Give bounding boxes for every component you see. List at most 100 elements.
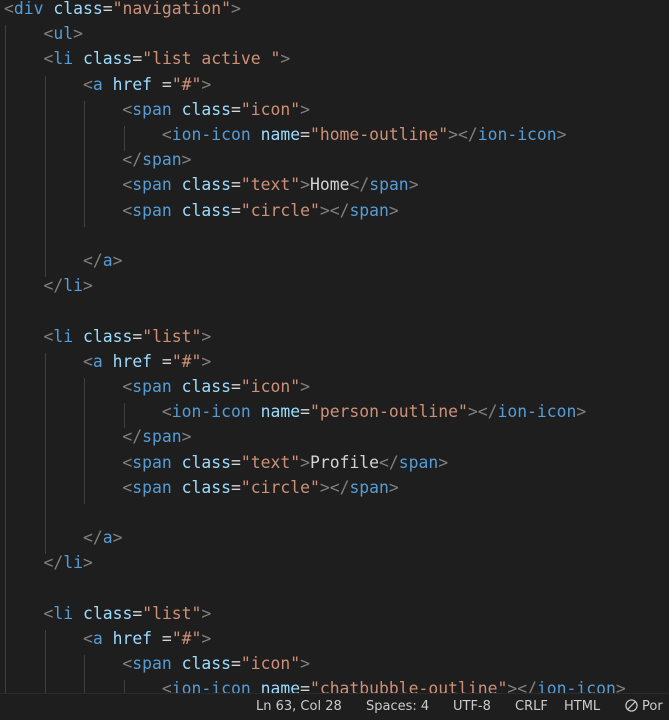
code-token: "list active " [142,49,281,69]
encoding-setting[interactable]: UTF-8 [453,694,491,720]
code-token: class [181,99,231,119]
code-token: "icon" [240,99,301,119]
code-token: "#" [171,351,202,371]
cursor-position[interactable]: Ln 63, Col 28 [256,694,342,720]
code-token: = [152,351,172,371]
code-token: ion-icon [497,402,577,422]
line-ending-setting[interactable]: CRLF [515,694,548,720]
code-line: <li class="list active "> [4,46,290,71]
code-token: = [231,452,241,472]
code-token: > [82,553,93,573]
code-token: </ [82,528,103,548]
indentation-setting[interactable]: Spaces: 4 [366,694,429,720]
code-token: ion-icon [171,402,251,422]
code-line: <span class="icon"> [4,374,310,399]
code-line: <span class="circle"></span> [4,475,398,500]
code-token: span [132,377,172,396]
code-token: < [122,200,133,220]
code-token: div [13,0,44,18]
code-token: = [152,74,172,94]
code-token: ul [53,24,74,44]
code-token: "chatbubble-outline" [309,679,508,693]
code-token: </ [122,427,143,447]
code-line: <li class="list"> [4,324,211,349]
code-token: = [300,402,310,422]
code-token: > [201,326,212,346]
code-token: > [82,276,93,296]
code-line: <span class="icon"> [4,651,310,676]
code-token: > [280,49,291,69]
code-token: li [53,49,74,69]
code-token: span [369,175,409,195]
code-token: span [132,452,172,472]
code-token: a [102,528,113,548]
code-token: Profile [309,452,380,472]
code-token: href [112,351,153,371]
code-line: <a href ="#"> [4,72,211,97]
code-token: "text" [240,452,301,472]
code-token: > [181,150,192,170]
code-token: = [231,175,241,195]
code-token: = [300,679,310,693]
code-token: a [102,251,113,270]
code-token: span [132,654,172,674]
code-token: < [43,603,54,623]
code-line: </span> [4,147,192,172]
code-token: > [300,175,310,195]
code-line: <ion-icon name="home-outline"></ion-icon… [4,122,567,147]
code-token: ></ [319,200,350,220]
code-token: ion-icon [477,125,557,144]
code-token: > [408,175,419,195]
code-token: li [53,603,74,623]
code-line: </li> [4,273,93,298]
code-token: class [82,49,133,69]
code-token: = [231,200,241,220]
code-line: </li> [4,550,93,575]
language-mode[interactable]: HTML [564,694,600,720]
code-token: < [82,74,93,94]
code-token: = [231,377,241,396]
code-token: class [181,452,231,472]
code-token: ></ [507,679,537,693]
code-token: ></ [448,125,478,144]
port-status[interactable]: Por [625,694,663,720]
code-token: Home [309,175,350,195]
code-line: </a> [4,248,123,273]
code-token: class [181,175,231,195]
code-token: name [260,402,301,422]
code-token: < [43,326,54,346]
code-token: < [122,175,133,195]
code-token: href [112,629,153,648]
code-token: class [181,654,231,674]
code-editor[interactable]: <div class="navigation"> <ul> <li class=… [0,0,669,693]
code-token: = [132,326,143,346]
code-token: < [161,679,172,693]
code-token: name [260,679,301,693]
code-line: <a href ="#"> [4,349,211,374]
code-token: > [73,24,83,44]
code-token: span [349,477,389,497]
code-token: > [112,251,123,270]
code-token: = [231,654,241,674]
code-token: span [132,200,172,220]
code-token: "person-outline" [309,402,468,422]
code-token: </ [43,276,64,296]
code-line: <li class="list"> [4,601,211,626]
code-token: < [161,125,172,144]
code-token: ion-icon [171,125,251,144]
